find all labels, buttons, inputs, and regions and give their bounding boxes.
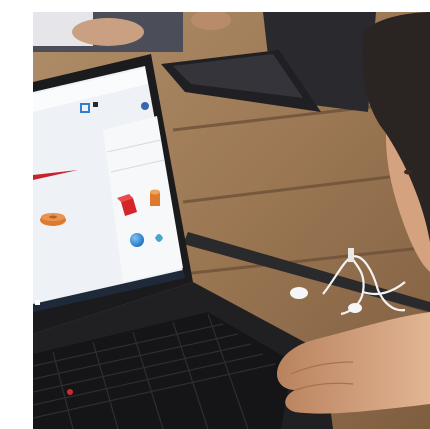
toolbar-avatar-icon (141, 102, 149, 110)
trackpoint (67, 389, 73, 395)
background-person-arm (72, 18, 144, 46)
photo-scene (33, 12, 430, 429)
earbud-right (348, 303, 362, 313)
torus-shape-icon (40, 213, 66, 226)
toolbar-icon (93, 102, 98, 107)
earphone-jack (348, 248, 354, 262)
sphere-shape-icon (130, 233, 144, 247)
child-eye (404, 169, 412, 175)
cylinder-shape-icon (150, 189, 160, 206)
earbud-left (290, 287, 308, 299)
start-button-icon (35, 300, 40, 305)
